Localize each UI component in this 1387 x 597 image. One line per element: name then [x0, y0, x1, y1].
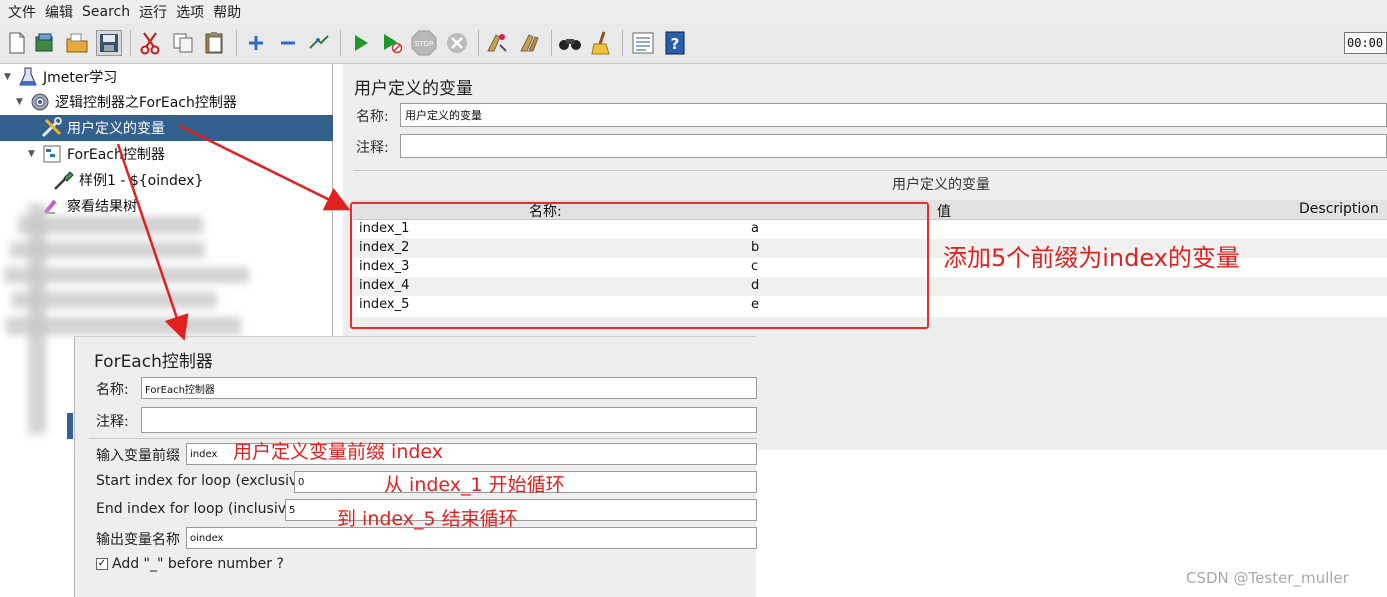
end-index-label: End index for loop (inclusive) — [96, 501, 301, 517]
stop-icon[interactable]: STOP — [411, 30, 437, 56]
menu-run[interactable]: 运行 — [139, 2, 167, 22]
column-header-description[interactable]: Description — [1299, 201, 1379, 217]
elapsed-timer: 00:00: — [1344, 32, 1387, 54]
tree-node-user-defined-variables[interactable]: 用户定义的变量 — [0, 115, 333, 141]
templates-icon[interactable] — [32, 30, 58, 56]
foreach-name-input[interactable]: ForEach控制器 — [141, 377, 757, 399]
tree-node-sampler[interactable]: 样例1 - ${oindex} — [0, 167, 333, 193]
start-index-label: Start index for loop (exclusive) — [96, 473, 312, 489]
svg-text:?: ? — [671, 35, 680, 53]
menu-file[interactable]: 文件 — [8, 2, 36, 22]
foreach-name-label: 名称: — [96, 382, 129, 398]
tools-icon — [40, 117, 64, 139]
annotation-highlight-box — [350, 202, 929, 329]
open-icon[interactable] — [64, 30, 90, 56]
controller-icon — [40, 143, 64, 165]
annotation-end-note: 到 index_5 结束循环 — [337, 508, 518, 530]
collapse-caret-icon[interactable]: ▼ — [28, 149, 40, 159]
copy-icon[interactable] — [170, 30, 196, 56]
comment-label: 注释: — [356, 140, 389, 156]
foreach-panel: ForEach控制器 名称: ForEach控制器 注释: 输入变量前缀 ind… — [74, 336, 757, 597]
foreach-comment-label: 注释: — [96, 414, 129, 430]
paste-icon[interactable] — [202, 30, 228, 56]
toolbar: STOP ? 00:00: — [0, 24, 1387, 64]
foreach-panel-title: ForEach控制器 — [94, 352, 213, 372]
output-label: 输出变量名称 — [96, 532, 180, 548]
cut-icon[interactable] — [137, 30, 163, 56]
add-underscore-checkbox[interactable]: ✓ — [96, 558, 108, 570]
menu-edit[interactable]: 编辑 — [45, 2, 73, 22]
svg-text:STOP: STOP — [415, 40, 433, 48]
column-header-value[interactable]: 值 — [937, 201, 951, 221]
shutdown-icon[interactable] — [444, 30, 470, 56]
selection-marker — [67, 413, 73, 439]
watermark: CSDN @Tester_muller — [1186, 569, 1349, 587]
tree-node-foreach-controller[interactable]: ▼ ForEach控制器 — [0, 141, 333, 167]
blurred-node — [28, 204, 46, 434]
help-icon[interactable]: ? — [662, 30, 688, 56]
toggle-icon[interactable] — [306, 30, 332, 56]
annotation-variables-note: 添加5个前缀为index的变量 — [943, 244, 1240, 272]
tree-node-label: 样例1 - ${oindex} — [79, 173, 204, 189]
menu-bar: 文件 编辑 Search 运行 选项 帮助 — [0, 0, 1387, 24]
add-underscore-label: Add "_" before number ? — [112, 556, 284, 572]
pipette-icon — [52, 169, 76, 191]
foreach-comment-input[interactable] — [141, 407, 757, 433]
save-icon[interactable] — [96, 30, 122, 56]
tree-node-test-plan[interactable]: ▼ Jmeter学习 — [0, 64, 333, 90]
tree-node-label: 察看结果树 — [67, 199, 137, 215]
reset-search-icon[interactable] — [589, 30, 615, 56]
function-helper-icon[interactable] — [630, 30, 656, 56]
prefix-label: 输入变量前缀 — [96, 448, 180, 464]
name-label: 名称: — [356, 109, 389, 125]
flask-icon — [16, 66, 40, 88]
tree-node-label: Jmeter学习 — [43, 70, 118, 86]
menu-help[interactable]: 帮助 — [213, 2, 241, 22]
tree-node-label: 用户定义的变量 — [67, 121, 165, 137]
name-input[interactable]: 用户定义的变量 — [400, 103, 1387, 127]
tree-node-label: ForEach控制器 — [67, 147, 165, 163]
variables-section-title: 用户定义的变量 — [892, 177, 990, 193]
menu-search[interactable]: Search — [82, 4, 130, 20]
search-icon[interactable] — [557, 30, 583, 56]
page-title: 用户定义的变量 — [354, 79, 473, 99]
new-icon[interactable] — [4, 30, 30, 56]
annotation-prefix-note: 用户定义变量前缀 index — [233, 441, 444, 463]
collapse-caret-icon[interactable]: ▼ — [16, 97, 28, 107]
expand-icon[interactable] — [243, 30, 269, 56]
clear-icon[interactable] — [484, 30, 510, 56]
menu-options[interactable]: 选项 — [176, 2, 204, 22]
comment-input[interactable] — [400, 134, 1387, 158]
collapse-icon[interactable] — [275, 30, 301, 56]
start-icon[interactable] — [348, 30, 374, 56]
collapse-caret-icon[interactable]: ▼ — [4, 72, 16, 82]
tree-node-thread-group[interactable]: ▼ 逻辑控制器之ForEach控制器 — [0, 89, 333, 115]
start-no-pause-icon[interactable] — [379, 30, 405, 56]
tree-node-label: 逻辑控制器之ForEach控制器 — [55, 95, 237, 111]
gear-icon — [28, 91, 52, 113]
clear-all-icon[interactable] — [517, 30, 543, 56]
annotation-start-note: 从 index_1 开始循环 — [384, 474, 565, 496]
